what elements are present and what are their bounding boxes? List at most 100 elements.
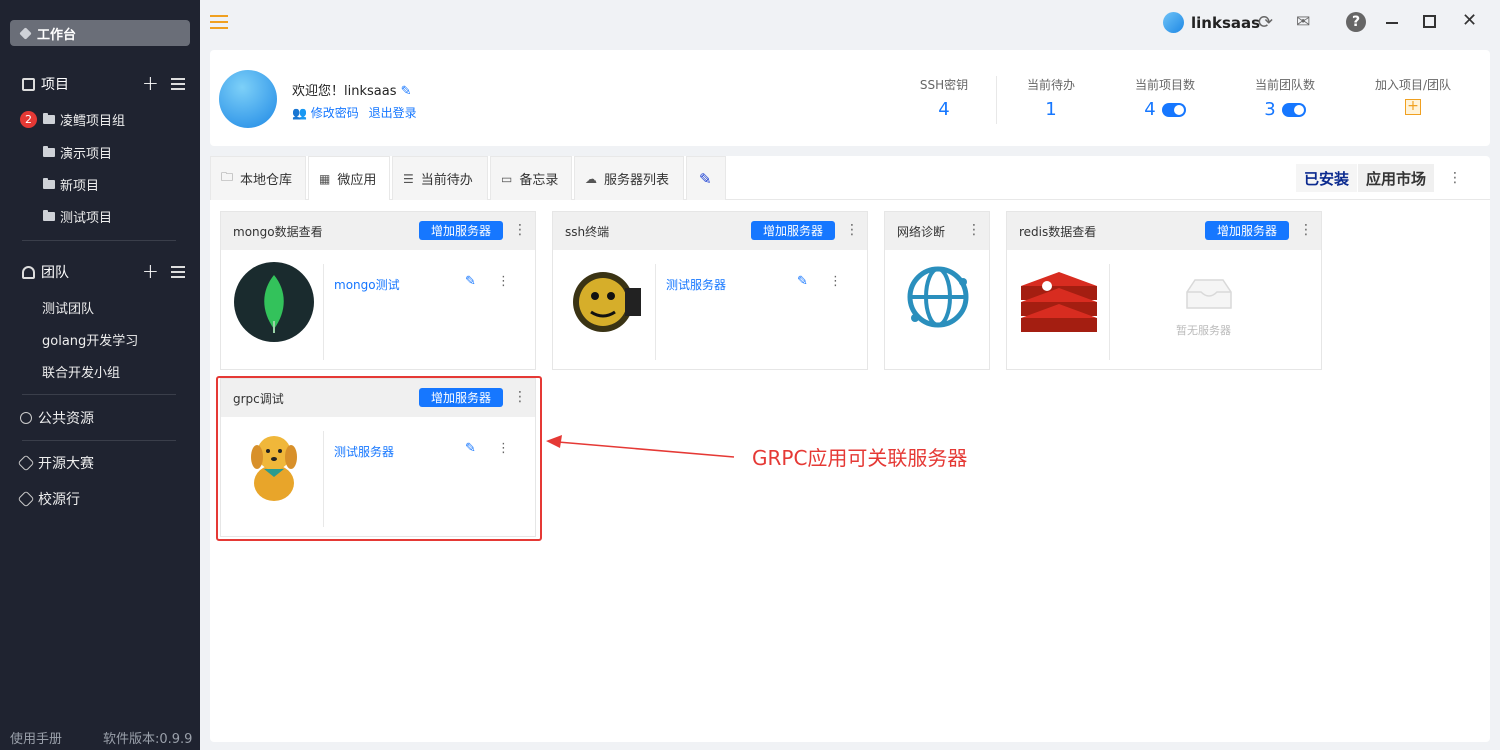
minimize-icon[interactable] xyxy=(1386,22,1398,24)
maximize-icon[interactable] xyxy=(1423,15,1436,28)
more-icon[interactable]: ⋮ xyxy=(967,222,981,238)
project-icon xyxy=(22,77,35,91)
stat-value: 1 xyxy=(1045,99,1057,120)
annotation-arrow xyxy=(546,435,735,458)
project-list-icon[interactable] xyxy=(171,78,185,90)
avatar[interactable] xyxy=(219,70,277,128)
stat-label: 当前项目数 xyxy=(1134,78,1195,92)
team-icon xyxy=(22,265,35,279)
sidebar-item-team[interactable]: golang开发学习 xyxy=(0,328,200,350)
sidebar-item-team[interactable]: 联合开发小组 xyxy=(0,360,200,382)
edit-server-icon[interactable]: ✎ xyxy=(465,274,476,289)
sidebar-item-open-source[interactable]: 开源大赛 xyxy=(17,453,94,473)
version-label: 软件版本:0.9.9 xyxy=(103,732,193,747)
welcome-label: 欢迎您！linksaas xyxy=(292,84,397,99)
teams-toggle[interactable] xyxy=(1281,102,1306,117)
cloud-icon: ☁ xyxy=(585,171,597,186)
more-icon[interactable]: ⋮ xyxy=(513,222,527,238)
stat-value: 4 xyxy=(938,99,950,120)
projects-section-header: 项目 + xyxy=(0,72,200,96)
sidebar-item-public-resources[interactable]: 公共资源 xyxy=(20,408,94,428)
projects-toggle[interactable] xyxy=(1161,102,1186,117)
edit-icon: ✎ xyxy=(699,169,712,188)
tab-server-list[interactable]: ☁ 服务器列表 xyxy=(574,156,684,200)
brand: linksaas xyxy=(1163,12,1260,33)
ssh-pufferfish-icon[interactable] xyxy=(563,264,647,338)
sidebar-item-label: 新项目 xyxy=(60,178,100,194)
more-icon[interactable]: ⋮ xyxy=(1448,170,1462,186)
tab-memo[interactable]: ▭ 备忘录 xyxy=(490,156,572,200)
folder-icon xyxy=(43,145,55,157)
tab-label: 本地仓库 xyxy=(240,173,293,188)
mongodb-logo-icon[interactable] xyxy=(233,261,315,343)
add-icon[interactable]: + xyxy=(1405,99,1421,115)
notification-badge: 2 xyxy=(20,110,37,128)
network-globe-icon[interactable] xyxy=(903,262,973,332)
teams-title: 团队 xyxy=(41,265,69,281)
team-list-icon[interactable] xyxy=(171,266,185,278)
divider xyxy=(323,264,324,360)
change-password-link[interactable]: 修改密码 xyxy=(311,106,359,120)
tab-todo[interactable]: ☰ 当前待办 xyxy=(392,156,488,200)
sidebar-item-project-group[interactable]: 2 凌鳕项目组 xyxy=(0,108,200,130)
app-card-redis: redis数据查看 增加服务器 ⋮ 暂无服务器 xyxy=(1006,211,1322,370)
close-icon[interactable]: ✕ xyxy=(1462,10,1477,31)
redis-logo-icon[interactable] xyxy=(1017,262,1101,342)
server-more-icon[interactable]: ⋮ xyxy=(497,274,510,289)
add-server-button[interactable]: 增加服务器 xyxy=(419,221,503,240)
sidebar-item-demo-project[interactable]: 演示项目 xyxy=(0,141,200,163)
help-icon[interactable]: ? xyxy=(1346,12,1366,32)
more-icon[interactable]: ⋮ xyxy=(845,222,859,238)
sidebar-item-team[interactable]: 测试团队 xyxy=(0,296,200,318)
highlight-box xyxy=(216,376,542,541)
tab-label: 服务器列表 xyxy=(604,173,670,188)
stat-todo[interactable]: 当前待办 1 xyxy=(996,76,1106,120)
sidebar-item-label: 凌鳕项目组 xyxy=(60,113,126,129)
sidebar-item-new-project[interactable]: 新项目 xyxy=(0,173,200,195)
market-segment[interactable]: 应用市场 xyxy=(1358,164,1435,192)
more-icon[interactable]: ⋮ xyxy=(1299,222,1313,238)
stat-join[interactable]: 加入项目/团队 + xyxy=(1358,76,1468,115)
server-link[interactable]: 测试服务器 xyxy=(666,276,726,293)
sidebar-item-label: 公共资源 xyxy=(38,411,94,427)
top-bar: linksaas ⟳ ✉ ? ✕ xyxy=(200,0,1500,46)
stat-value: 3 xyxy=(1264,99,1276,120)
brand-logo-icon xyxy=(1163,12,1184,33)
tab-label: 当前待办 xyxy=(420,173,473,188)
logout-link[interactable]: 退出登录 xyxy=(369,106,417,120)
server-more-icon[interactable]: ⋮ xyxy=(829,274,842,289)
workbench-button[interactable]: 工作台 xyxy=(10,20,190,46)
refresh-icon[interactable]: ⟳ xyxy=(1258,12,1273,33)
sidebar-item-label: 联合开发小组 xyxy=(42,365,121,381)
sidebar-item-label: golang开发学习 xyxy=(42,333,139,349)
sidebar-item-school-source[interactable]: 校源行 xyxy=(17,489,80,509)
sidebar-item-test-project[interactable]: 测试项目 xyxy=(0,205,200,227)
link-icon xyxy=(17,490,35,508)
empty-text: 暂无服务器 xyxy=(1176,324,1231,337)
add-server-button[interactable]: 增加服务器 xyxy=(751,221,835,240)
add-project-icon[interactable]: + xyxy=(142,72,159,94)
tab-local-repo[interactable]: 🗀 本地仓库 xyxy=(210,156,306,200)
stat-teams[interactable]: 当前团队数 3 xyxy=(1230,76,1340,120)
globe-icon xyxy=(20,412,32,424)
server-link[interactable]: mongo测试 xyxy=(334,276,400,293)
installed-segment[interactable]: 已安装 xyxy=(1296,164,1358,192)
grid-icon: ▦ xyxy=(319,171,331,186)
tab-edit[interactable]: ✎ xyxy=(686,156,726,200)
stat-label: 当前团队数 xyxy=(1254,78,1315,92)
app-title: redis数据查看 xyxy=(1019,224,1097,239)
add-team-icon[interactable]: + xyxy=(142,260,159,282)
menu-icon[interactable] xyxy=(210,15,228,29)
mail-icon[interactable]: ✉ xyxy=(1296,12,1310,32)
edit-server-icon[interactable]: ✎ xyxy=(797,274,808,289)
empty-inbox-icon xyxy=(1186,279,1232,309)
add-server-button[interactable]: 增加服务器 xyxy=(1205,221,1289,240)
stat-label: SSH密钥 xyxy=(919,78,969,92)
manual-link[interactable]: 使用手册 xyxy=(10,728,62,747)
stat-projects[interactable]: 当前项目数 4 xyxy=(1110,76,1220,120)
app-title: mongo数据查看 xyxy=(233,224,323,239)
tab-micro-apps[interactable]: ▦ 微应用 xyxy=(308,156,390,200)
stat-ssh-keys[interactable]: SSH密钥 4 xyxy=(889,76,999,120)
edit-icon[interactable]: ✎ xyxy=(401,84,412,99)
sidebar-item-label: 校源行 xyxy=(38,492,80,508)
